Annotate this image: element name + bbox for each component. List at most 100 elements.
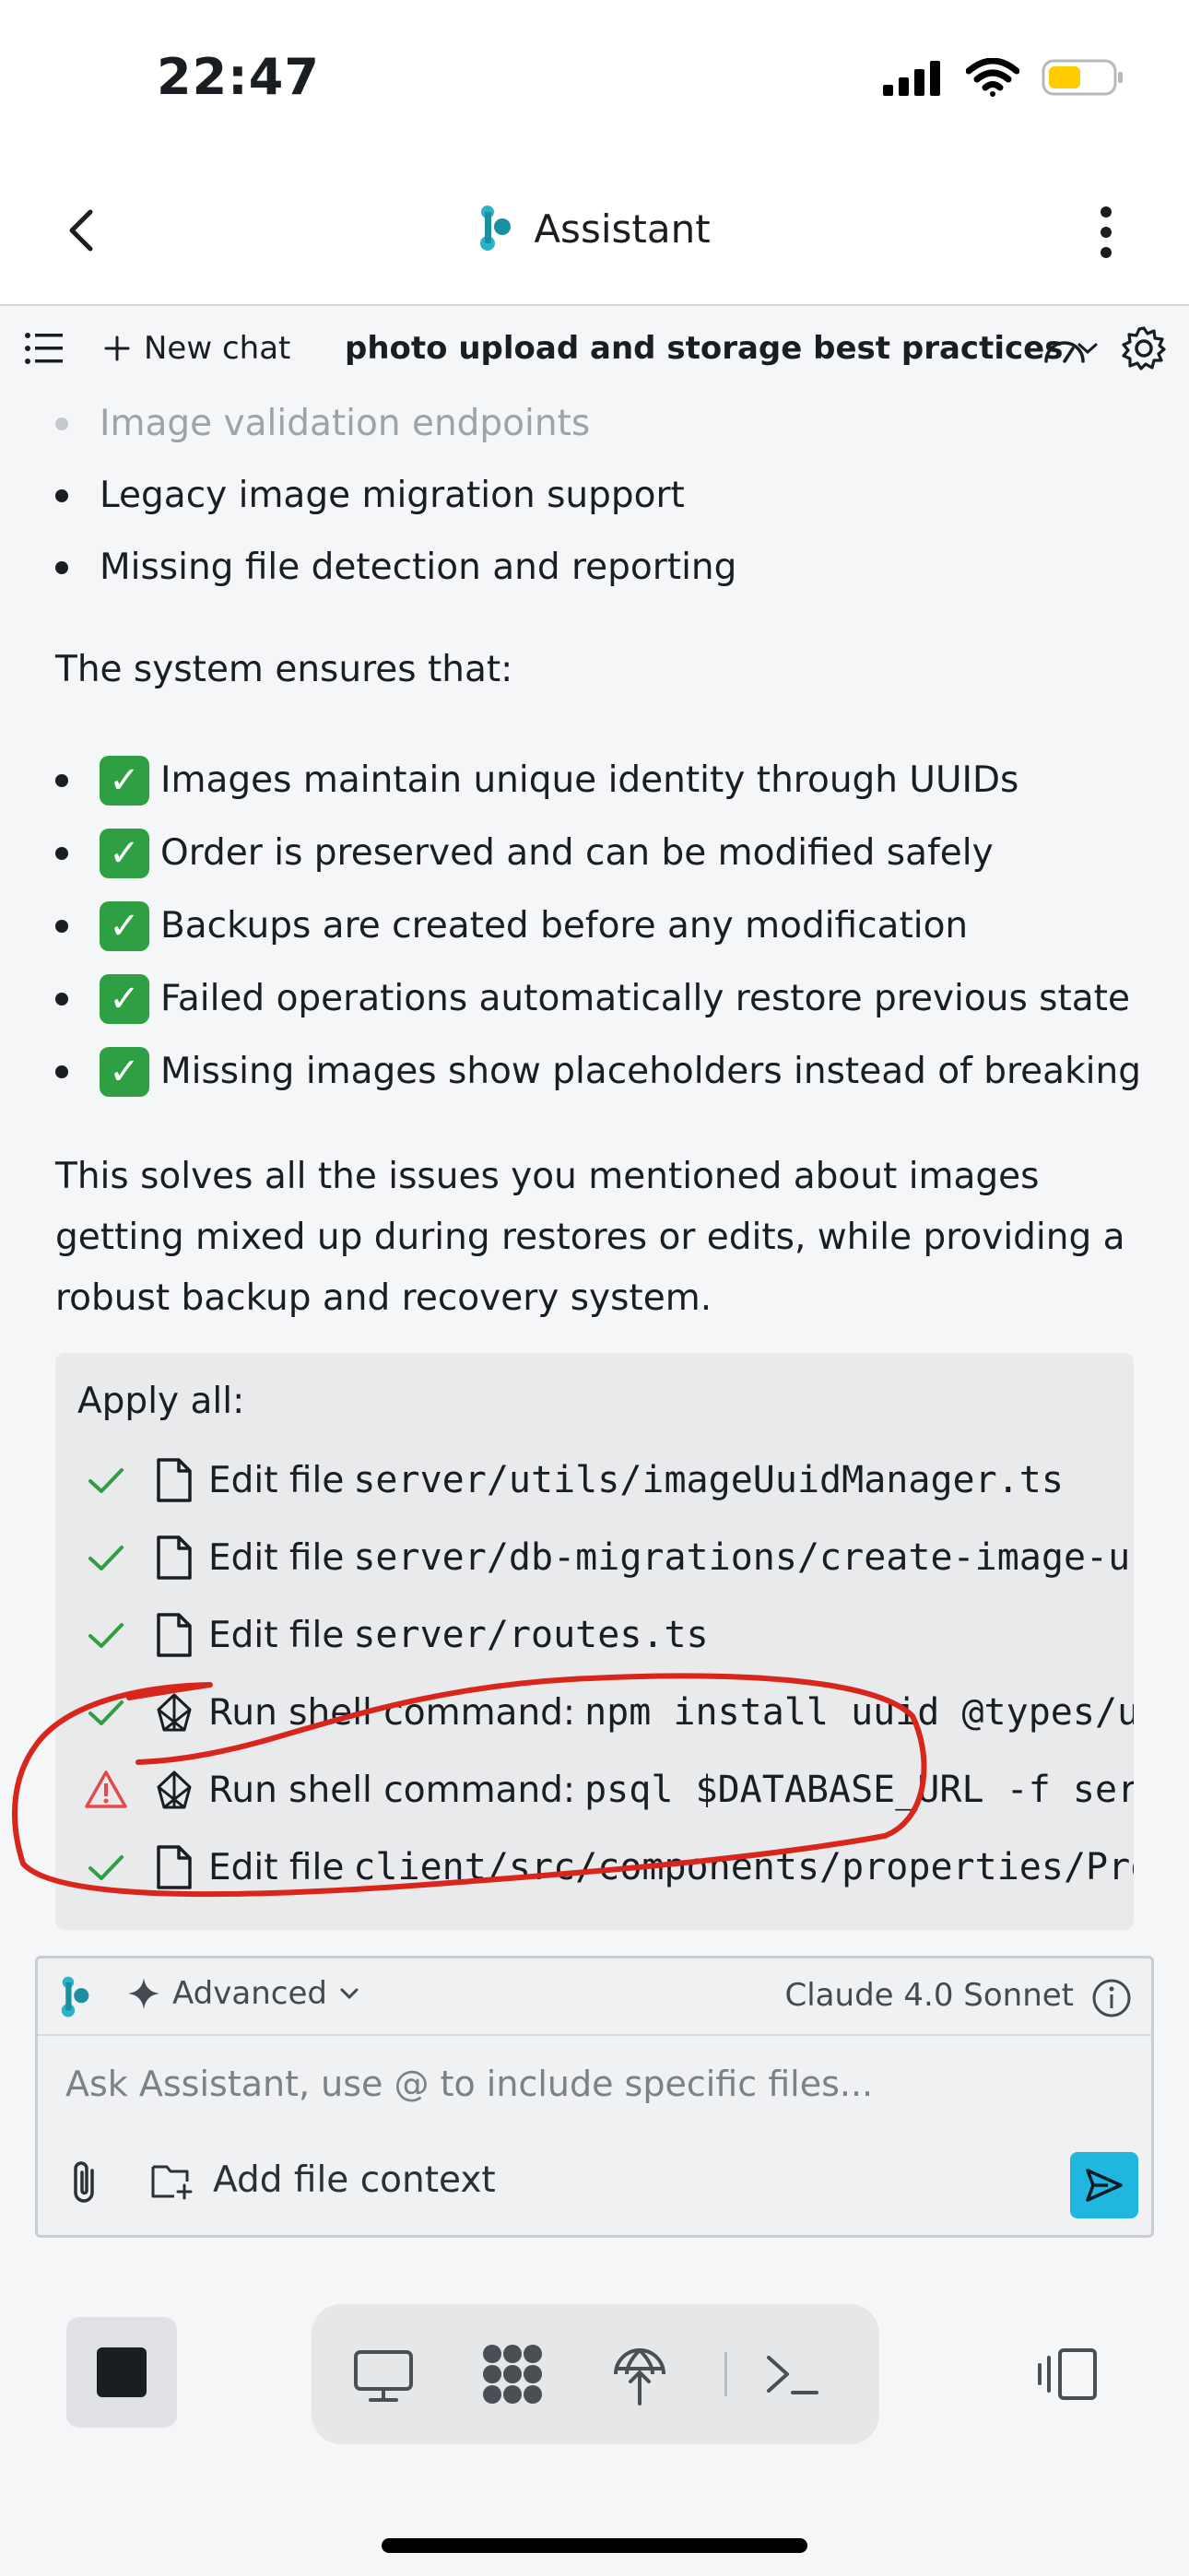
bullet-dot xyxy=(55,561,68,574)
usage-gauge-button[interactable] xyxy=(1042,326,1088,371)
check-icon xyxy=(88,1855,124,1880)
action-target: npm install uuid @types/uuid xyxy=(584,1691,1134,1734)
list-icon xyxy=(25,333,63,364)
shell-command-icon xyxy=(157,1770,192,1809)
more-options-icon[interactable] xyxy=(1088,203,1124,262)
list-item: Legacy image migration support xyxy=(55,472,685,520)
file-icon xyxy=(157,1845,192,1889)
action-label: Run shell command: xyxy=(208,1769,576,1811)
info-icon[interactable] xyxy=(1090,1977,1133,2019)
app-header: Assistant xyxy=(0,157,1189,306)
composer-header: Advanced Claude 4.0 Sonnet xyxy=(38,1958,1151,2036)
list-item-text: Failed operations automatically restore … xyxy=(160,978,1130,1019)
deploy-globe-icon[interactable] xyxy=(606,2341,673,2407)
bottom-dock xyxy=(0,2276,1189,2576)
list-item: ✓ Images maintain unique identity throug… xyxy=(55,756,1018,806)
check-mark-icon: ✓ xyxy=(100,1047,149,1097)
desktop-preview-icon[interactable] xyxy=(350,2341,417,2407)
list-item: Image validation endpoints xyxy=(55,400,590,448)
action-row-edit-file[interactable]: Edit file client/src/components/properti… xyxy=(83,1838,1134,1897)
composer-footer: Add file context xyxy=(38,2139,1151,2231)
send-icon xyxy=(1086,2169,1123,2202)
folder-plus-icon xyxy=(151,2165,193,2199)
chevron-down-icon xyxy=(340,1988,359,2000)
prompt-input[interactable] xyxy=(65,2058,1125,2110)
bullet-dot xyxy=(55,847,68,860)
check-mark-icon: ✓ xyxy=(100,974,149,1024)
list-item-text: Missing images show placeholders instead… xyxy=(160,1051,1141,1092)
sparkle-icon xyxy=(128,1978,159,2009)
chat-message-area: Image validation endpoints Legacy image … xyxy=(0,389,1189,1947)
action-row-edit-file[interactable]: Edit file server/db-migrations/create-im… xyxy=(83,1528,1134,1587)
file-icon xyxy=(157,1613,192,1657)
action-target: client/src/components/properties/Propert… xyxy=(353,1846,1134,1888)
list-item-text: Legacy image migration support xyxy=(100,475,685,516)
shell-command-icon xyxy=(157,1693,192,1732)
add-file-context-button[interactable]: Add file context xyxy=(150,2159,496,2201)
bullet-dot xyxy=(55,418,68,430)
bullet-dot xyxy=(55,489,68,502)
new-chat-label: New chat xyxy=(144,330,291,367)
list-item-text: Image validation endpoints xyxy=(100,403,591,444)
history-list-button[interactable] xyxy=(24,326,65,371)
action-label: Edit file xyxy=(208,1614,345,1656)
check-mark-icon: ✓ xyxy=(100,901,149,951)
action-row-edit-file[interactable]: Edit file server/routes.ts xyxy=(83,1606,709,1664)
chat-title-selector[interactable]: photo upload and storage best practices xyxy=(345,326,1100,371)
plus-icon xyxy=(104,335,130,361)
list-item: ✓ Backups are created before any modific… xyxy=(55,901,968,951)
action-target: psql $DATABASE_URL -f server/db-migratio… xyxy=(584,1769,1134,1811)
page-title: Assistant xyxy=(534,206,711,252)
check-icon xyxy=(88,1700,124,1725)
action-label: Run shell command: xyxy=(208,1691,576,1734)
stop-button[interactable] xyxy=(66,2317,177,2428)
mode-label: Advanced xyxy=(172,1975,327,2012)
list-item: ✓ Failed operations automatically restor… xyxy=(55,974,1130,1024)
tool-switcher xyxy=(312,2304,879,2444)
bullet-dot xyxy=(55,1065,68,1078)
list-item-text: Backups are created before any modificat… xyxy=(160,905,969,947)
check-icon xyxy=(88,1546,124,1570)
check-icon xyxy=(88,1623,124,1648)
action-label: Edit file xyxy=(208,1846,345,1888)
battery-icon xyxy=(1042,59,1123,96)
check-icon xyxy=(88,1468,124,1493)
workspace-grid-icon[interactable] xyxy=(479,2341,546,2407)
list-item-text: Images maintain unique identity through … xyxy=(160,759,1019,801)
message-composer: Advanced Claude 4.0 Sonnet Add file cont… xyxy=(35,1956,1154,2238)
chat-toolbar: New chat photo upload and storage best p… xyxy=(0,308,1189,389)
mode-selector[interactable]: Advanced xyxy=(126,1975,360,2012)
action-target: server/db-migrations/create-image-uuid-t… xyxy=(353,1536,1134,1579)
paperclip-icon[interactable] xyxy=(62,2158,110,2209)
list-item: ✓ Missing images show placeholders inste… xyxy=(55,1047,1141,1097)
warning-icon xyxy=(85,1770,127,1808)
add-context-label: Add file context xyxy=(213,2159,496,2201)
send-button[interactable] xyxy=(1070,2152,1138,2218)
assistant-logo-icon xyxy=(61,1976,89,2017)
list-item: Missing file detection and reporting xyxy=(55,544,736,592)
settings-button[interactable] xyxy=(1121,326,1167,371)
list-item-text: Order is preserved and can be modified s… xyxy=(160,832,994,874)
action-target: server/routes.ts xyxy=(353,1614,709,1656)
tool-divider xyxy=(724,2352,727,2396)
model-label: Claude 4.0 Sonnet xyxy=(784,1977,1075,2014)
split-layout-icon[interactable] xyxy=(1034,2345,1101,2404)
action-row-shell-command[interactable]: Run shell command: psql $DATABASE_URL -f… xyxy=(83,1760,1134,1819)
bullet-dot xyxy=(55,920,68,933)
bullet-dot xyxy=(55,774,68,787)
check-mark-icon: ✓ xyxy=(100,756,149,806)
cellular-signal-icon xyxy=(883,61,940,96)
new-chat-button[interactable]: New chat xyxy=(103,326,290,371)
status-time: 22:47 xyxy=(157,48,320,106)
terminal-icon[interactable] xyxy=(759,2341,826,2407)
apply-all-title: Apply all: xyxy=(77,1381,245,1422)
action-row-edit-file[interactable]: Edit file server/utils/imageUuidManager.… xyxy=(83,1451,1064,1510)
home-indicator xyxy=(382,2538,807,2553)
status-bar: 22:47 xyxy=(0,0,1189,157)
action-row-shell-command[interactable]: Run shell command: npm install uuid @typ… xyxy=(83,1683,1134,1742)
assistant-logo-icon xyxy=(480,206,512,251)
list-item: ✓ Order is preserved and can be modified… xyxy=(55,829,994,878)
stop-icon xyxy=(97,2347,147,2397)
file-icon xyxy=(157,1535,192,1580)
wifi-icon xyxy=(966,58,1019,97)
